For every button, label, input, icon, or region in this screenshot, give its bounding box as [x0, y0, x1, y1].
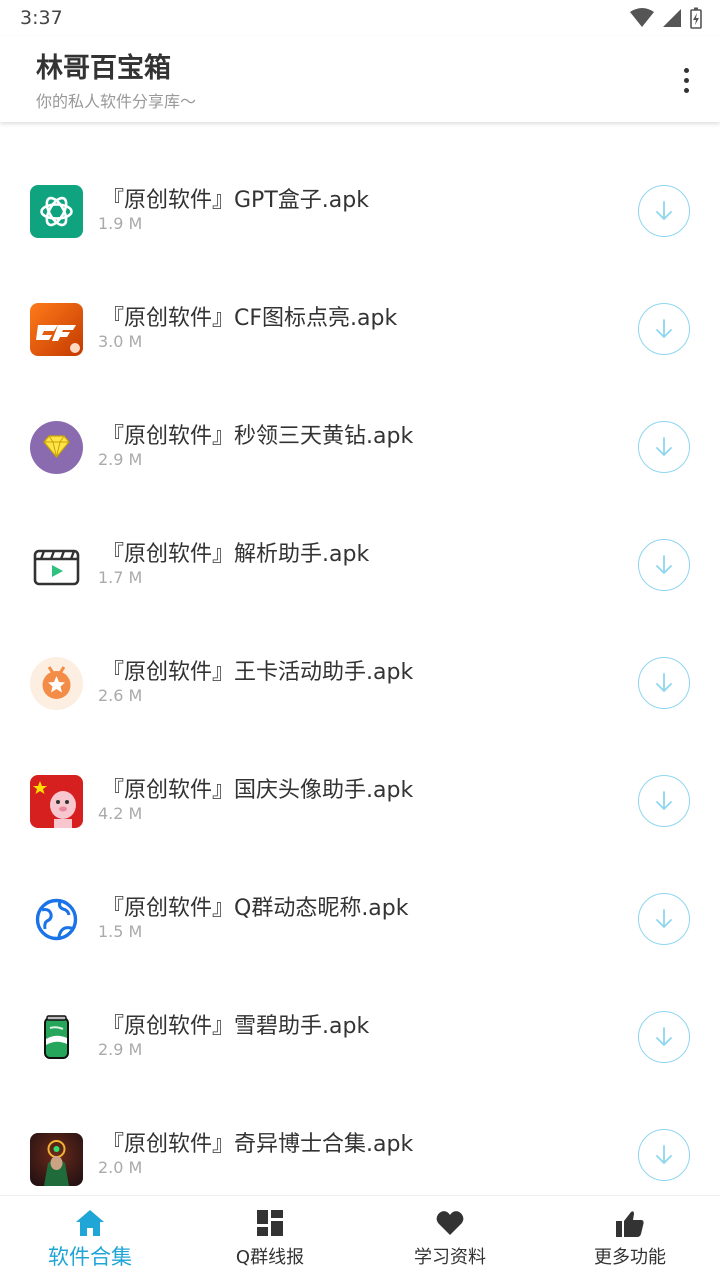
chatgpt-icon — [30, 185, 83, 238]
signal-icon — [663, 9, 681, 27]
file-name: 『原创软件』CF图标点亮.apk — [102, 306, 398, 331]
list-item[interactable]: 『原创软件』解析助手.apk 1.7 M — [0, 506, 720, 624]
download-button[interactable] — [638, 539, 690, 591]
status-icons — [630, 7, 702, 29]
download-button[interactable] — [638, 893, 690, 945]
tab-label: 软件合集 — [48, 1245, 132, 1269]
file-name: 『原创软件』解析助手.apk — [102, 542, 370, 567]
clapperboard-icon — [30, 539, 83, 592]
download-button[interactable] — [638, 657, 690, 709]
file-size: 2.0 M — [98, 1158, 143, 1177]
home-icon — [75, 1208, 105, 1238]
cf-icon — [30, 303, 83, 356]
download-button[interactable] — [638, 185, 690, 237]
app-subtitle: 你的私人软件分享库～ — [36, 92, 197, 111]
file-size: 2.9 M — [98, 450, 143, 469]
list-item[interactable]: 『原创软件』Q群动态昵称.apk 1.5 M — [0, 860, 720, 978]
file-size: 4.2 M — [98, 804, 143, 823]
download-icon — [656, 319, 672, 338]
download-button[interactable] — [638, 1011, 690, 1063]
download-icon — [656, 437, 672, 456]
file-size: 1.9 M — [98, 214, 143, 233]
list-item[interactable]: 『原创软件』奇异博士合集.apk 2.0 M — [0, 1096, 720, 1195]
tab-label: 更多功能 — [594, 1247, 666, 1268]
soda-can-icon — [30, 1011, 83, 1064]
tab-study-materials[interactable]: 学习资料 — [360, 1196, 540, 1280]
list-item[interactable]: 『原创软件』秒领三天黄钻.apk 2.9 M — [0, 388, 720, 506]
file-name: 『原创软件』雪碧助手.apk — [102, 1014, 370, 1039]
list-item[interactable]: 『原创软件』雪碧助手.apk 2.9 M — [0, 978, 720, 1096]
download-button[interactable] — [638, 775, 690, 827]
heart-icon — [435, 1208, 465, 1238]
download-button[interactable] — [638, 303, 690, 355]
tab-more-features[interactable]: 更多功能 — [540, 1196, 720, 1280]
tab-software-collection[interactable]: 软件合集 — [0, 1196, 180, 1280]
list-item[interactable]: 『原创软件』GPT盒子.apk 1.9 M — [0, 152, 720, 270]
app-title: 林哥百宝箱 — [36, 53, 171, 84]
list-item[interactable]: 『原创软件』CF图标点亮.apk 3.0 M — [0, 270, 720, 388]
doctor-strange-icon — [30, 1133, 83, 1186]
file-size: 1.7 M — [98, 568, 143, 587]
file-name: 『原创软件』GPT盒子.apk — [102, 188, 369, 213]
download-icon — [656, 791, 672, 810]
app-header: 林哥百宝箱 你的私人软件分享库～ — [0, 36, 720, 122]
file-size: 3.0 M — [98, 332, 143, 351]
dashboard-icon — [255, 1208, 285, 1238]
download-icon — [656, 1027, 672, 1046]
status-time: 3:37 — [20, 7, 63, 29]
file-name: 『原创软件』奇异博士合集.apk — [102, 1132, 414, 1157]
tab-group-news[interactable]: Q群线报 — [180, 1196, 360, 1280]
download-icon — [656, 201, 672, 220]
tab-label: Q群线报 — [235, 1247, 305, 1268]
download-icon — [656, 555, 672, 574]
file-size: 2.9 M — [98, 1040, 143, 1059]
bottom-nav: 软件合集 Q群线报 学习资料 更多功能 — [0, 1195, 720, 1280]
status-bar: 3:37 — [0, 0, 720, 36]
file-name: 『原创软件』王卡活动助手.apk — [102, 660, 414, 685]
file-size: 1.5 M — [98, 922, 143, 941]
download-icon — [656, 673, 672, 692]
flag-avatar-icon — [30, 775, 83, 828]
file-name: 『原创软件』秒领三天黄钻.apk — [102, 424, 414, 449]
diamond-icon — [30, 421, 83, 474]
list-item[interactable]: 『原创软件』王卡活动助手.apk 2.6 M — [0, 624, 720, 742]
download-icon — [656, 1145, 672, 1164]
wifi-icon — [630, 8, 654, 27]
more-options-button[interactable] — [668, 58, 704, 102]
file-name: 『原创软件』国庆头像助手.apk — [102, 778, 414, 803]
medal-icon — [30, 657, 83, 710]
file-size: 2.6 M — [98, 686, 143, 705]
list-item[interactable]: 『原创软件』国庆头像助手.apk 4.2 M — [0, 742, 720, 860]
tab-label: 学习资料 — [414, 1247, 486, 1268]
battery-icon — [690, 7, 702, 29]
download-button[interactable] — [638, 421, 690, 473]
file-list: 『原创软件』GPT盒子.apk 1.9 M 『原创软件』CF图标点亮.apk 3… — [0, 122, 720, 1195]
file-name: 『原创软件』Q群动态昵称.apk — [102, 896, 409, 921]
download-button[interactable] — [638, 1129, 690, 1181]
globe-icon — [30, 893, 83, 946]
more-vertical-icon — [683, 67, 689, 73]
download-icon — [656, 909, 672, 928]
thumb-up-icon — [615, 1208, 645, 1238]
